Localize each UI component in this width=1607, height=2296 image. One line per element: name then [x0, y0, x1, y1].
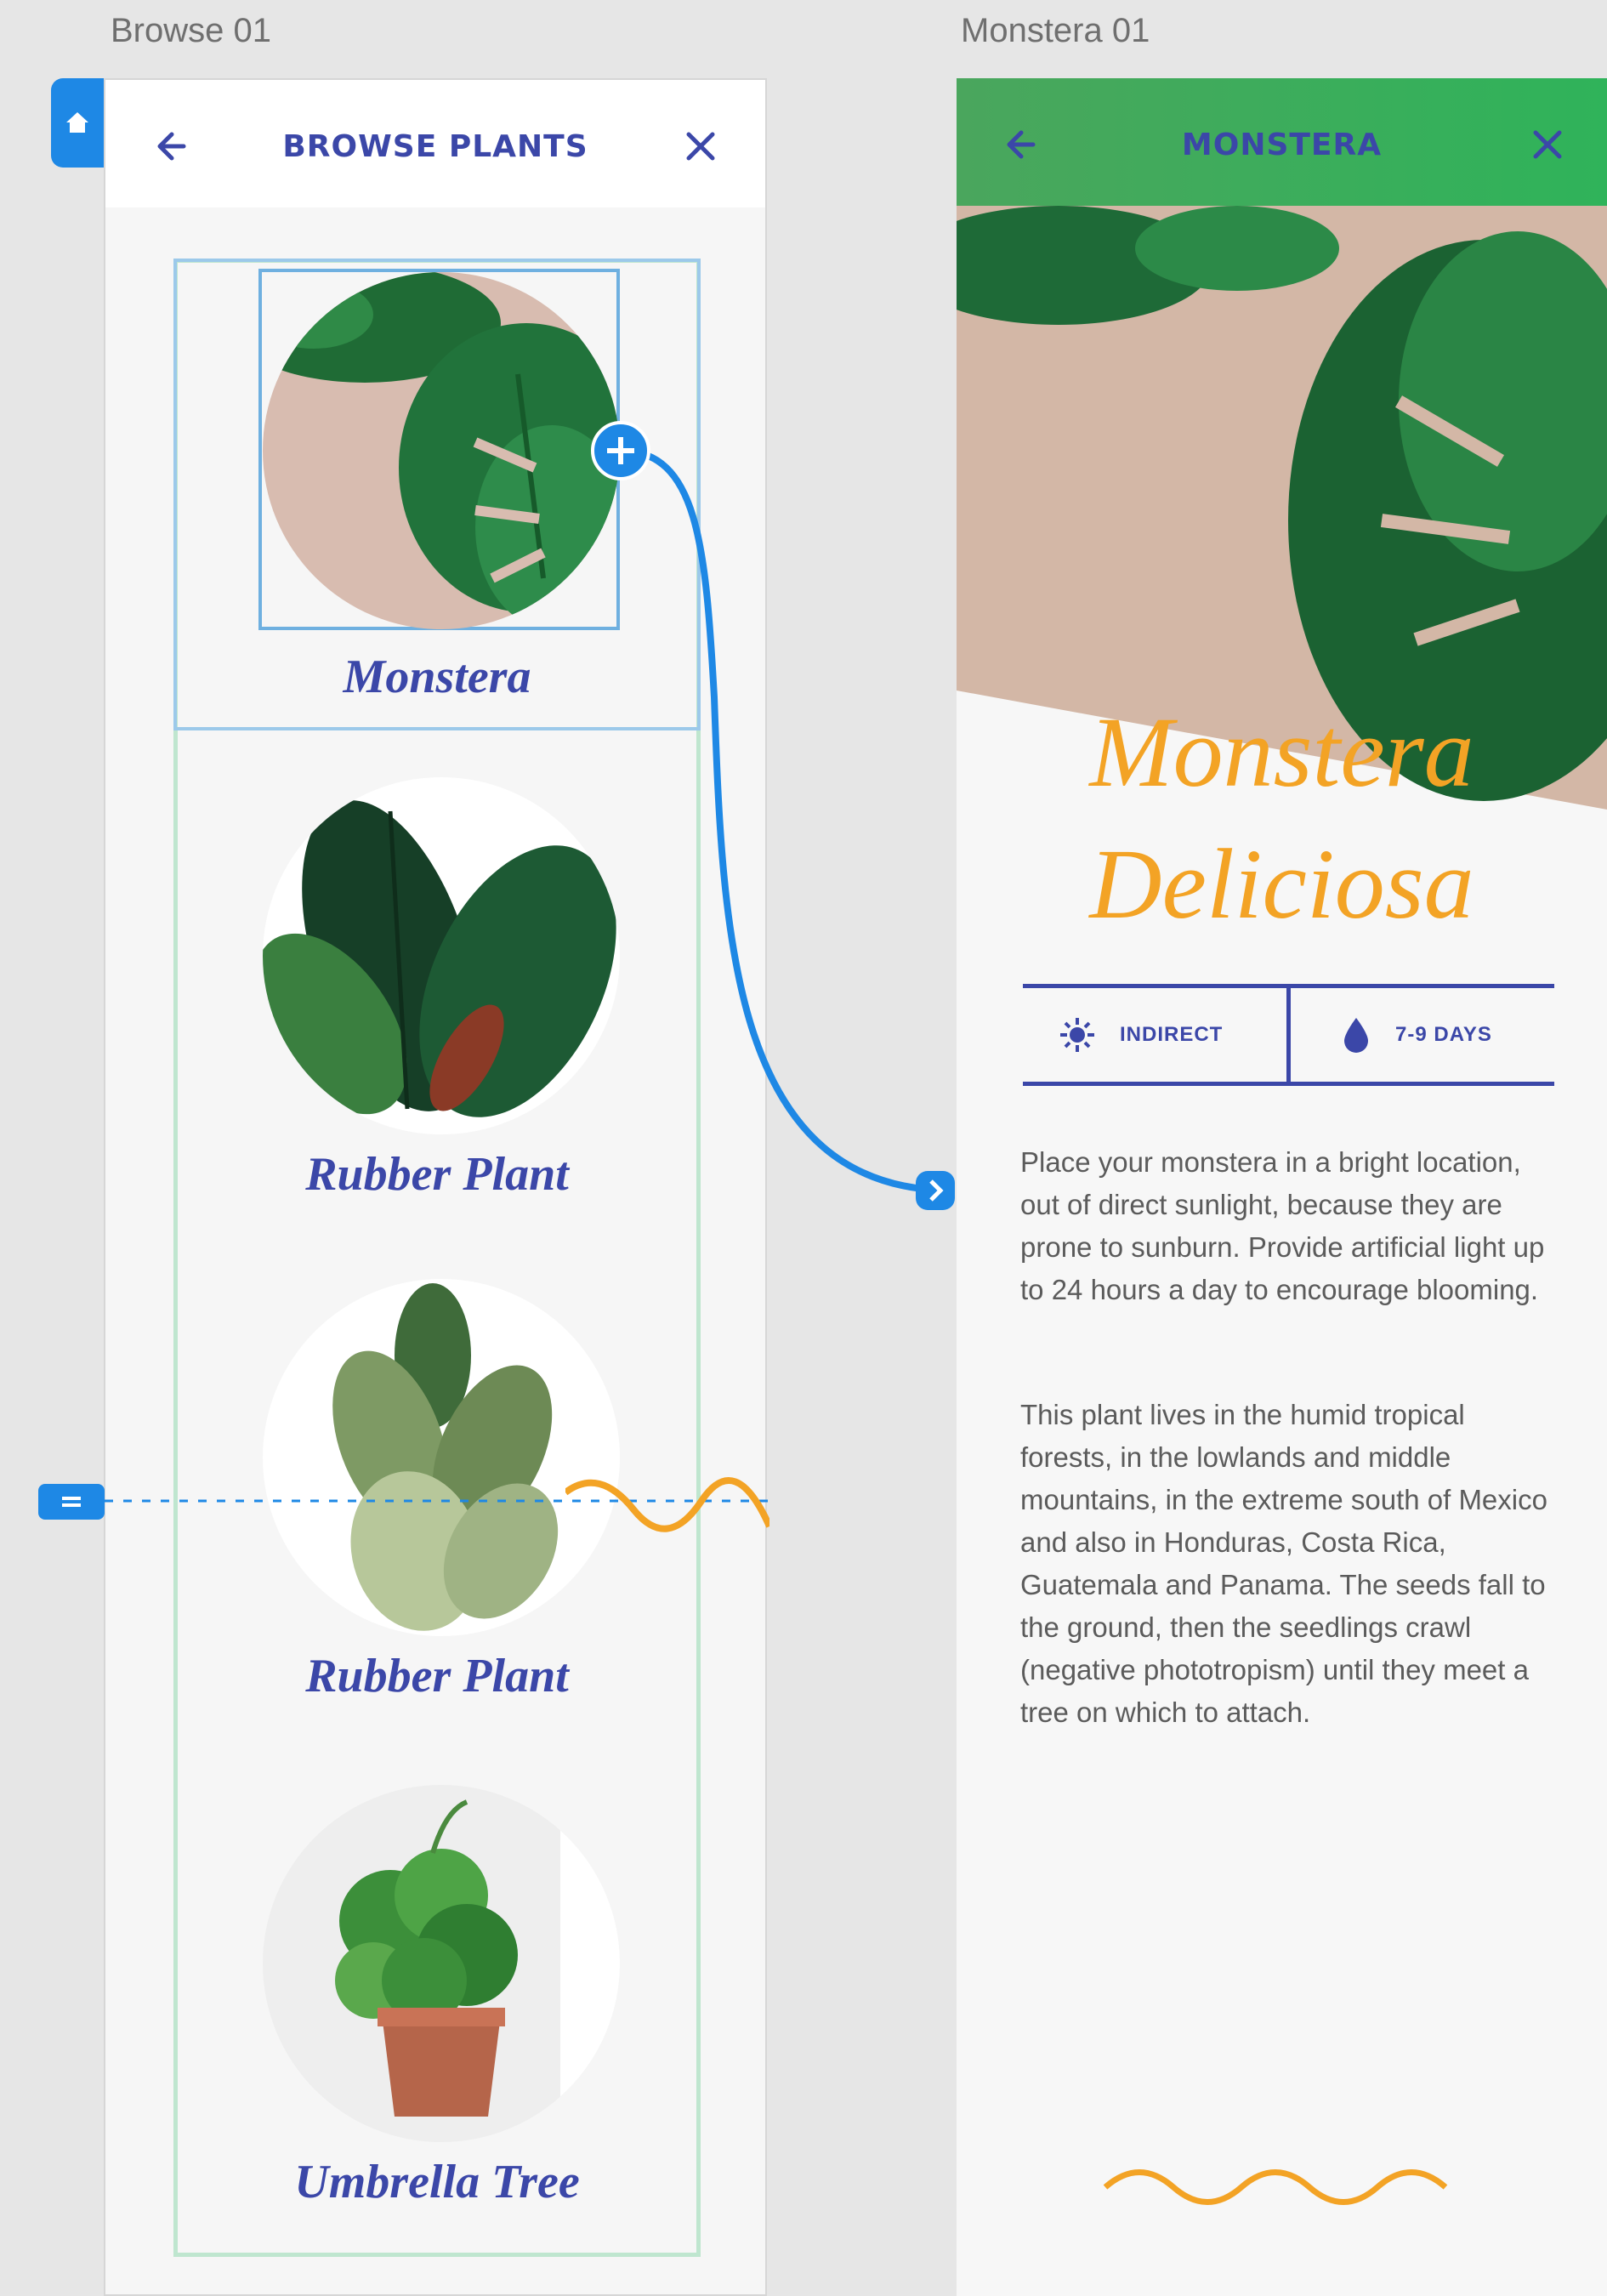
scroll-handle[interactable] [38, 1484, 105, 1520]
home-tab[interactable] [51, 78, 104, 168]
wave-icon [1103, 2169, 1448, 2205]
scroll-handle-icon [62, 1497, 81, 1507]
artboard-title-browse[interactable]: Browse 01 [111, 12, 271, 50]
browse-title: BROWSE PLANTS [282, 129, 588, 164]
care-description: Place your monstera in a bright location… [1020, 1146, 1545, 1305]
plant-title-line1: Monstera [1089, 696, 1474, 808]
close-icon[interactable] [675, 121, 726, 172]
water-label: 7-9 DAYS [1395, 1023, 1492, 1046]
light-label: INDIRECT [1120, 1023, 1224, 1046]
sun-icon [1060, 1018, 1094, 1052]
plant-image-umbrella-tree[interactable] [263, 1785, 620, 2142]
water-info: 7-9 DAYS [1339, 988, 1492, 1082]
plant-name: Rubber Plant [305, 1650, 569, 1702]
care-info-bar: INDIRECT 7-9 DAYS [1023, 984, 1554, 1086]
arrow-right-icon[interactable] [914, 1169, 957, 1212]
light-info: INDIRECT [1057, 988, 1223, 1082]
water-drop-icon [1344, 1018, 1368, 1053]
plant-card-umbrella-tree[interactable]: Umbrella Tree [173, 1768, 701, 2244]
plant-image-monstera[interactable] [263, 272, 620, 629]
home-icon [66, 112, 88, 133]
plant-image-rubber-plant-1[interactable] [263, 777, 620, 1134]
detail-title: MONSTERA [1181, 128, 1383, 162]
close-icon[interactable] [1522, 119, 1573, 170]
prototype-wire [620, 447, 953, 1194]
plant-image-rubber-plant-2[interactable] [263, 1279, 620, 1636]
detail-artboard: MONSTERA Monstera Deliciosa INDIRECT 7-9… [957, 78, 1607, 2296]
artboard-title-monstera[interactable]: Monstera 01 [961, 12, 1150, 50]
info-divider [1286, 988, 1291, 1082]
wave-icon [565, 1477, 769, 1532]
plant-name: Umbrella Tree [294, 2156, 580, 2208]
browse-header: BROWSE PLANTS [105, 80, 765, 207]
plus-icon[interactable] [588, 418, 653, 483]
habitat-description: This plant lives in the humid tropical f… [1020, 1399, 1547, 1728]
plant-title-line2: Deliciosa [1089, 828, 1474, 940]
